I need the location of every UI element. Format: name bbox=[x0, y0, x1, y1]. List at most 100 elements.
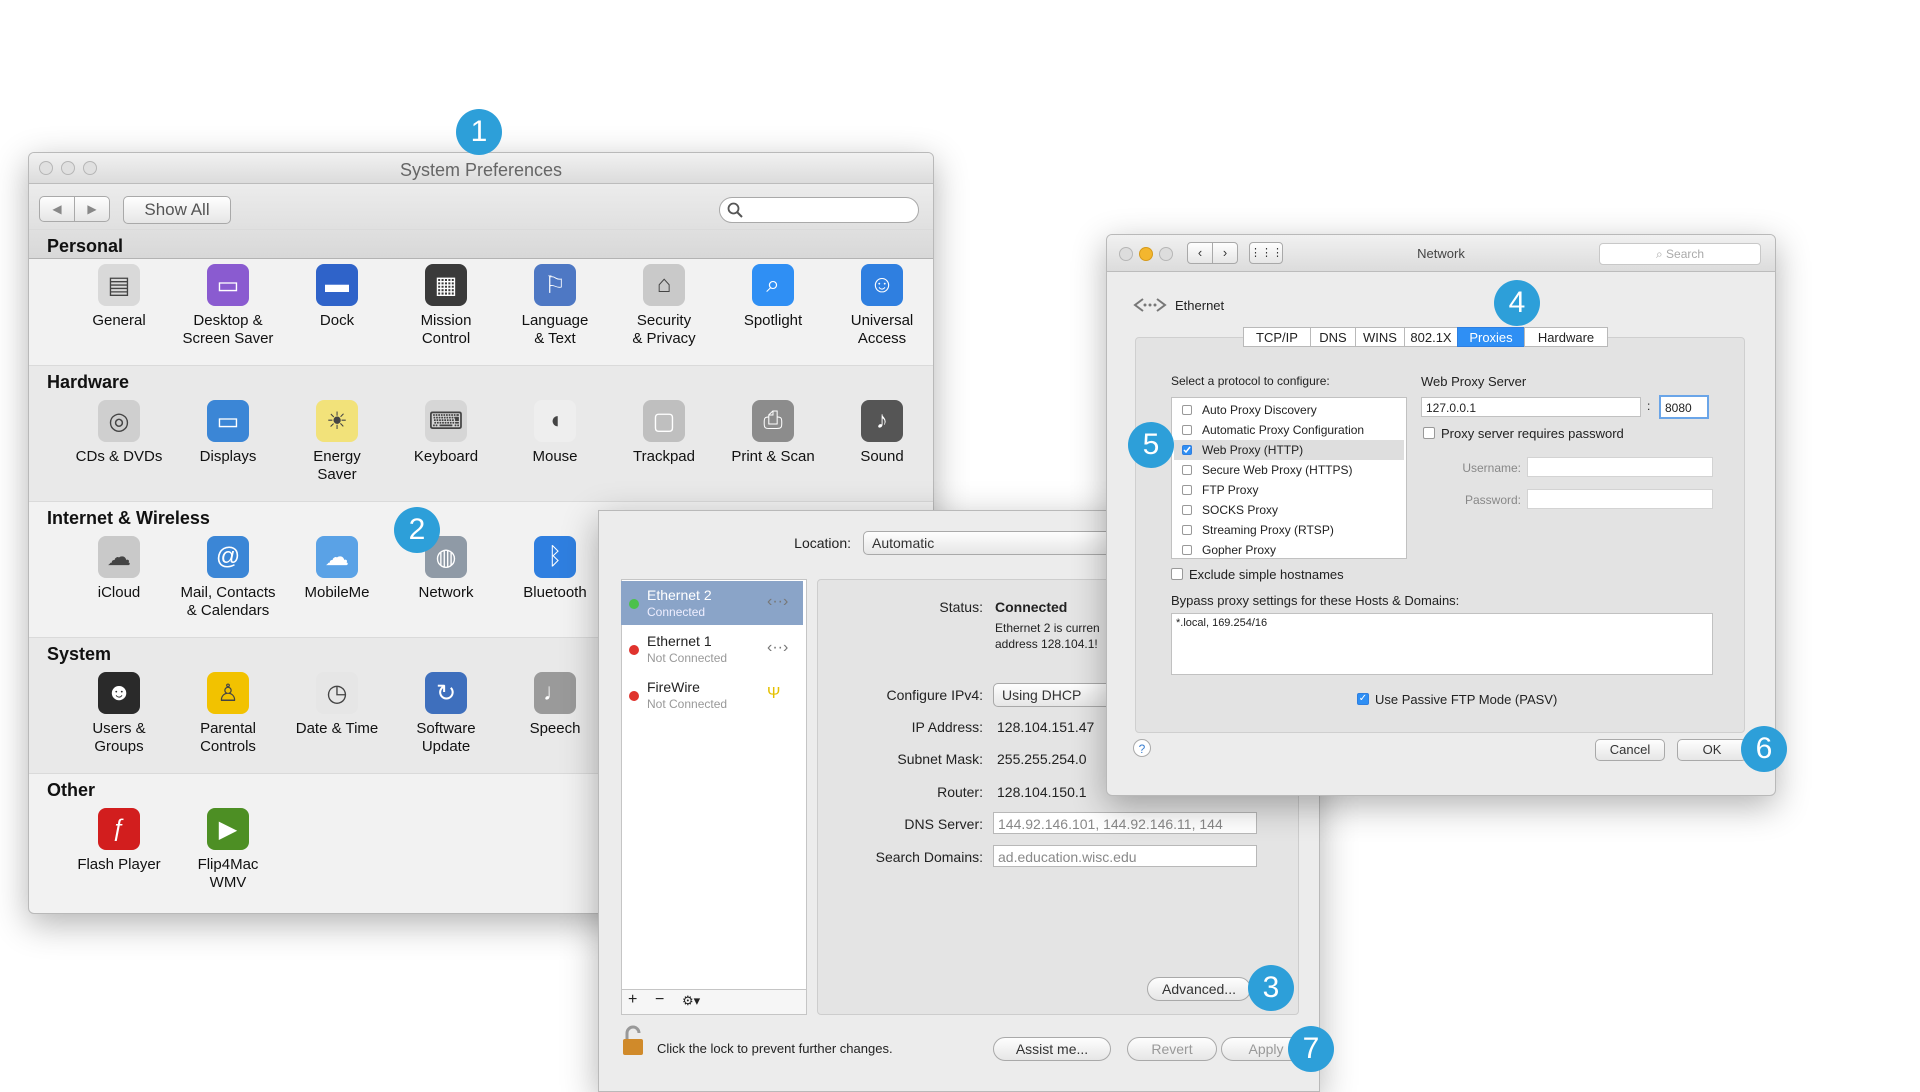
firewire-icon: Ψ bbox=[767, 685, 781, 702]
protocol-checkbox[interactable] bbox=[1182, 425, 1192, 435]
protocol-checkbox[interactable] bbox=[1182, 545, 1192, 555]
pane-users[interactable]: ☻ Users & Groups bbox=[64, 672, 174, 756]
interface-item[interactable]: Ethernet 1 Not Connected ‹··› bbox=[621, 627, 803, 671]
interface-item[interactable]: Ethernet 2 Connected ‹··› bbox=[621, 581, 803, 625]
username-field[interactable] bbox=[1527, 457, 1713, 477]
pane-date-time[interactable]: ◷ Date & Time bbox=[282, 672, 392, 738]
pane-keyboard[interactable]: ⌨ Keyboard bbox=[391, 400, 501, 466]
pane-label: Spotlight bbox=[743, 312, 803, 329]
pane-energy[interactable]: ☀ Energy Saver bbox=[282, 400, 392, 484]
protocol-item[interactable]: Automatic Proxy Configuration bbox=[1174, 420, 1404, 440]
tab-hardware[interactable]: Hardware bbox=[1524, 327, 1608, 347]
pane-trackpad[interactable]: ▢ Trackpad bbox=[609, 400, 719, 466]
pane-cds-dvds[interactable]: ◎ CDs & DVDs bbox=[64, 400, 174, 466]
requires-password-checkbox[interactable] bbox=[1423, 427, 1435, 439]
ok-button[interactable]: OK bbox=[1677, 739, 1747, 761]
pane-desktop[interactable]: ▭ Desktop & Screen Saver bbox=[173, 264, 283, 348]
pane-universal[interactable]: ☺ Universal Access bbox=[827, 264, 933, 348]
tab-802-1x[interactable]: 802.1X bbox=[1404, 327, 1458, 347]
passive-ftp-label: Use Passive FTP Mode (PASV) bbox=[1375, 692, 1558, 707]
protocol-label: SOCKS Proxy bbox=[1202, 503, 1279, 517]
tab-proxies[interactable]: Proxies bbox=[1457, 327, 1525, 347]
cancel-button[interactable]: Cancel bbox=[1595, 739, 1665, 761]
pane-sound[interactable]: ♪ Sound bbox=[827, 400, 933, 466]
help-button[interactable]: ? bbox=[1133, 739, 1151, 757]
search-domains-field[interactable]: ad.education.wisc.edu bbox=[993, 845, 1257, 867]
ip-address-value: 128.104.151.47 bbox=[997, 719, 1095, 735]
pane-label: Bluetooth bbox=[523, 584, 587, 601]
back-button[interactable]: ◀ bbox=[39, 196, 75, 222]
search-input[interactable] bbox=[719, 197, 919, 223]
protocol-checkbox[interactable] bbox=[1182, 525, 1192, 535]
pane-mobileme[interactable]: ☁ MobileMe bbox=[282, 536, 392, 602]
pane-flash-player[interactable]: ƒ Flash Player bbox=[64, 808, 174, 874]
interface-name: FireWire bbox=[647, 679, 700, 695]
forward-button[interactable]: ▶ bbox=[74, 196, 110, 222]
pane-print-scan[interactable]: ⎙ Print & Scan bbox=[718, 400, 828, 466]
ip-address-label: IP Address: bbox=[911, 719, 983, 735]
protocol-label: Web Proxy (HTTP) bbox=[1202, 443, 1304, 457]
protocol-checkbox[interactable] bbox=[1182, 445, 1192, 455]
pane-language[interactable]: ⚐ Language & Text bbox=[500, 264, 610, 348]
proxy-server-field[interactable]: 127.0.0.1 bbox=[1421, 397, 1641, 417]
lock-icon[interactable] bbox=[621, 1025, 645, 1057]
pane-mail-contacts[interactable]: @ Mail, Contacts & Calendars bbox=[173, 536, 283, 620]
port-separator: : bbox=[1647, 399, 1651, 413]
pane-label: Print & Scan bbox=[731, 448, 815, 465]
callout-7: 7 bbox=[1288, 1026, 1334, 1072]
pane-label: Universal Access bbox=[850, 312, 914, 347]
protocol-item[interactable]: Auto Proxy Discovery bbox=[1174, 400, 1404, 420]
search-input[interactable]: ⌕ Search bbox=[1599, 243, 1761, 265]
tab-dns[interactable]: DNS bbox=[1310, 327, 1356, 347]
bypass-hosts-field[interactable]: *.local, 169.254/16 bbox=[1171, 613, 1713, 675]
protocol-item[interactable]: Streaming Proxy (RTSP) bbox=[1174, 520, 1404, 540]
remove-interface-button[interactable]: − bbox=[655, 991, 664, 1009]
password-field[interactable] bbox=[1527, 489, 1713, 509]
pane-software[interactable]: ↻ Software Update bbox=[391, 672, 501, 756]
proxy-port-field[interactable]: 8080 bbox=[1659, 395, 1709, 419]
protocol-item[interactable]: Secure Web Proxy (HTTPS) bbox=[1174, 460, 1404, 480]
network-proxies-window: ‹ › ⋮⋮⋮ Network ⌕ Search Ethernet TCP/IP… bbox=[1106, 234, 1776, 796]
passive-ftp-checkbox[interactable]: ✓ bbox=[1357, 693, 1369, 705]
pane-bluetooth[interactable]: ᛒ Bluetooth bbox=[500, 536, 610, 602]
lock-text: Click the lock to prevent further change… bbox=[657, 1041, 893, 1056]
advanced-button[interactable]: Advanced... bbox=[1147, 977, 1251, 1001]
pane-mission[interactable]: ▦ Mission Control bbox=[391, 264, 501, 348]
exclude-simple-checkbox[interactable] bbox=[1171, 568, 1183, 580]
assist-me-button[interactable]: Assist me... bbox=[993, 1037, 1111, 1061]
protocol-label: Gopher Proxy bbox=[1202, 543, 1277, 557]
search-domains-label: Search Domains: bbox=[875, 849, 983, 865]
pane-general[interactable]: ▤ General bbox=[64, 264, 174, 330]
show-all-button[interactable]: Show All bbox=[123, 196, 231, 224]
protocol-item[interactable]: Gopher Proxy bbox=[1174, 540, 1404, 560]
pane-displays[interactable]: ▭ Displays bbox=[173, 400, 283, 466]
gear-menu-button[interactable]: ⚙▾ bbox=[682, 993, 700, 1009]
users-icon: ☻ bbox=[98, 672, 140, 714]
pane-icloud[interactable]: ☁ iCloud bbox=[64, 536, 174, 602]
protocol-checkbox[interactable] bbox=[1182, 465, 1192, 475]
dns-server-field[interactable]: 144.92.146.101, 144.92.146.11, 144 bbox=[993, 812, 1257, 834]
pane-speech[interactable]: ♩ Speech bbox=[500, 672, 610, 738]
protocol-checkbox[interactable] bbox=[1182, 405, 1192, 415]
tab-tcp-ip[interactable]: TCP/IP bbox=[1243, 327, 1311, 347]
universal-access-icon: ☺ bbox=[861, 264, 903, 306]
protocol-checkbox[interactable] bbox=[1182, 485, 1192, 495]
pane-parental[interactable]: ♙ Parental Controls bbox=[173, 672, 283, 756]
protocol-checkbox[interactable] bbox=[1182, 505, 1192, 515]
revert-button[interactable]: Revert bbox=[1127, 1037, 1217, 1061]
add-interface-button[interactable]: + bbox=[628, 991, 637, 1009]
pane-label: MobileMe bbox=[304, 584, 370, 601]
protocol-item[interactable]: FTP Proxy bbox=[1174, 480, 1404, 500]
tab-wins[interactable]: WINS bbox=[1355, 327, 1405, 347]
protocol-item[interactable]: SOCKS Proxy bbox=[1174, 500, 1404, 520]
pane-dock[interactable]: ▬ Dock bbox=[282, 264, 392, 330]
pane-mouse[interactable]: ◖ Mouse bbox=[500, 400, 610, 466]
bulb-icon: ☀ bbox=[316, 400, 358, 442]
interface-item[interactable]: FireWire Not Connected Ψ bbox=[621, 673, 803, 717]
pane-security[interactable]: ⌂ Security & Privacy bbox=[609, 264, 719, 348]
pane-spotlight[interactable]: ⌕ Spotlight bbox=[718, 264, 828, 330]
pane-flip4mac[interactable]: ▶ Flip4Mac WMV bbox=[173, 808, 283, 892]
cloud-icon: ☁ bbox=[98, 536, 140, 578]
protocol-item[interactable]: Web Proxy (HTTP) bbox=[1174, 440, 1404, 460]
subnet-mask-value: 255.255.254.0 bbox=[997, 751, 1087, 767]
